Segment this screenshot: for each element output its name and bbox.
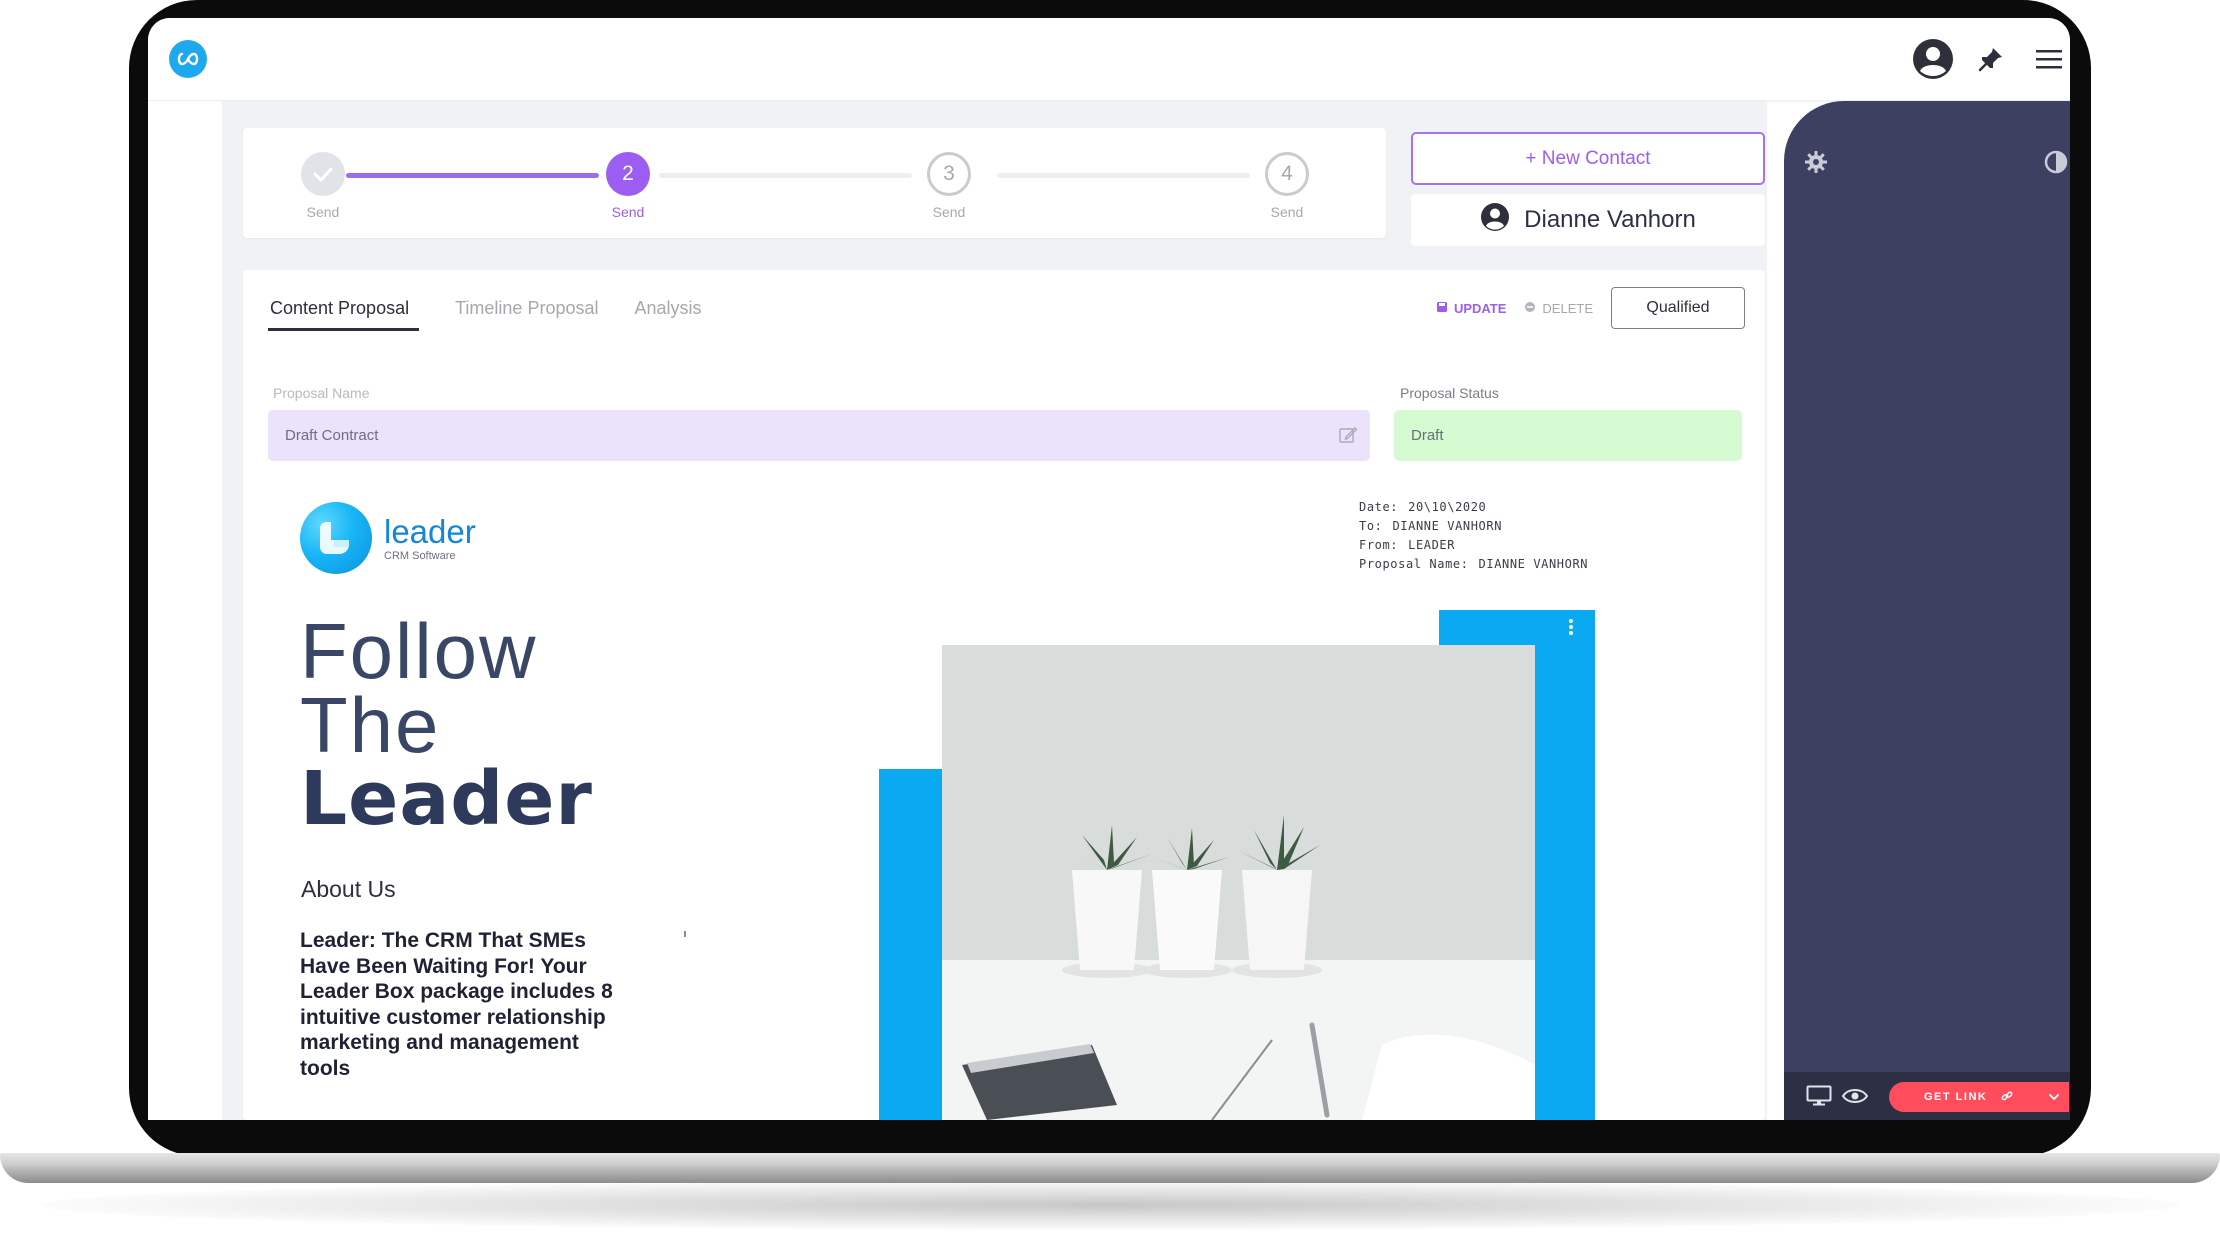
step-label: Send xyxy=(611,204,645,220)
chevron-down-icon[interactable] xyxy=(2048,1090,2060,1108)
pin-icon[interactable] xyxy=(1970,38,2012,80)
proposal-actions: UPDATE DELETE Qualified xyxy=(1436,287,1745,329)
proposal-status-field[interactable]: Draft xyxy=(1394,410,1742,461)
leader-logo-text: leader xyxy=(384,512,476,550)
step-4[interactable]: 4 Send xyxy=(1247,152,1327,220)
proposal-name-field[interactable]: Draft Contract xyxy=(268,410,1370,461)
edit-icon[interactable] xyxy=(1338,425,1358,449)
infinity-logo-icon[interactable] xyxy=(169,40,207,78)
proposal-name-label: Proposal Name xyxy=(273,385,370,401)
monitor-icon[interactable] xyxy=(1806,1085,1832,1112)
top-bar xyxy=(148,18,2070,101)
document-headline: Follow The Leader xyxy=(300,607,593,842)
step-1[interactable]: Send xyxy=(283,152,363,220)
laptop-base xyxy=(0,1153,2220,1183)
left-sidebar xyxy=(148,101,222,1120)
user-circle-icon[interactable] xyxy=(1912,38,1954,80)
contrast-icon[interactable] xyxy=(2044,150,2068,179)
decorative-blue-bar xyxy=(879,769,945,1120)
leader-logo-text-group: leader CRM Software xyxy=(384,515,476,562)
about-title: About Us xyxy=(301,876,396,902)
step-label: Send xyxy=(932,204,966,220)
step-connector-3 xyxy=(997,173,1250,178)
step-connector-1 xyxy=(346,173,599,178)
leader-logo-icon xyxy=(300,502,372,574)
tab-analysis[interactable]: Analysis xyxy=(635,298,702,331)
step-connector-2 xyxy=(659,173,912,178)
headline-line-1: Follow xyxy=(300,607,538,695)
laptop-shadow xyxy=(40,1180,2180,1230)
save-icon xyxy=(1436,301,1448,316)
get-link-label: GET LINK xyxy=(1924,1091,1988,1103)
step-label: Send xyxy=(306,204,340,220)
contact-name: Dianne Vanhorn xyxy=(1524,206,1696,233)
step-2[interactable]: 2 Send xyxy=(588,152,668,220)
headline-line-3: Leader xyxy=(300,756,593,842)
meta-proposal-name: Proposal Name: DIANNE VANHORN xyxy=(1359,557,1589,571)
hamburger-menu-icon[interactable] xyxy=(2028,38,2070,80)
update-label: UPDATE xyxy=(1453,300,1507,316)
step-number: 3 xyxy=(927,152,971,196)
minus-circle-icon xyxy=(1524,301,1536,316)
proposal-status-label: Proposal Status xyxy=(1400,385,1499,401)
proposal-meta: Date: 20\10\2020 To: DIANNE VANHORN From: L… xyxy=(1359,498,1588,574)
user-circle-icon xyxy=(1480,202,1510,239)
leader-logo: leader CRM Software xyxy=(300,502,476,574)
headline-line-2: The xyxy=(300,681,441,769)
link-icon xyxy=(2001,1090,2013,1105)
panel-footer: GET LINK xyxy=(1784,1072,2070,1120)
about-text: Leader: The CRM That SMEs Have Been Wait… xyxy=(300,929,613,1080)
app-screen: Send 2 Send 3 Send 4 Send + New Contact … xyxy=(148,18,2070,1120)
checkmark-icon xyxy=(301,152,345,196)
text-cursor-mark xyxy=(684,931,686,937)
delete-label: DELETE xyxy=(1542,300,1593,316)
eye-icon[interactable] xyxy=(1841,1087,1869,1110)
tab-content-proposal[interactable]: Content Proposal xyxy=(268,298,420,331)
right-settings-panel: GET LINK xyxy=(1784,101,2070,1120)
meta-from: From: LEADER xyxy=(1359,538,1456,552)
new-contact-button[interactable]: + New Contact xyxy=(1411,132,1765,185)
proposal-name-value: Draft Contract xyxy=(285,427,379,444)
step-3[interactable]: 3 Send xyxy=(909,152,989,220)
get-link-button[interactable]: GET LINK xyxy=(1889,1082,2069,1112)
step-number: 4 xyxy=(1265,152,1309,196)
gear-icon[interactable] xyxy=(1804,150,1828,179)
vertical-dots-icon[interactable] xyxy=(1568,618,1574,641)
delete-button[interactable]: DELETE xyxy=(1524,301,1593,316)
proposal-steps: Send 2 Send 3 Send 4 Send xyxy=(243,128,1386,238)
contact-card[interactable]: Dianne Vanhorn xyxy=(1411,194,1765,246)
proposal-status-value: Draft xyxy=(1411,427,1444,444)
tab-timeline-proposal[interactable]: Timeline Proposal xyxy=(455,298,598,331)
top-bar-icons xyxy=(1912,38,2070,80)
status-qualified-button[interactable]: Qualified xyxy=(1611,287,1745,329)
leader-logo-subtitle: CRM Software xyxy=(384,549,456,562)
step-number: 2 xyxy=(606,152,650,196)
step-label: Send xyxy=(1270,204,1304,220)
meta-to: To: DIANNE VANHORN xyxy=(1359,519,1503,533)
meta-date: Date: 20\10\2020 xyxy=(1359,500,1487,514)
proposal-tabs: Content Proposal Timeline Proposal Analy… xyxy=(268,298,738,331)
succulent-plants-photo xyxy=(942,645,1535,1120)
update-button[interactable]: UPDATE xyxy=(1436,301,1506,316)
